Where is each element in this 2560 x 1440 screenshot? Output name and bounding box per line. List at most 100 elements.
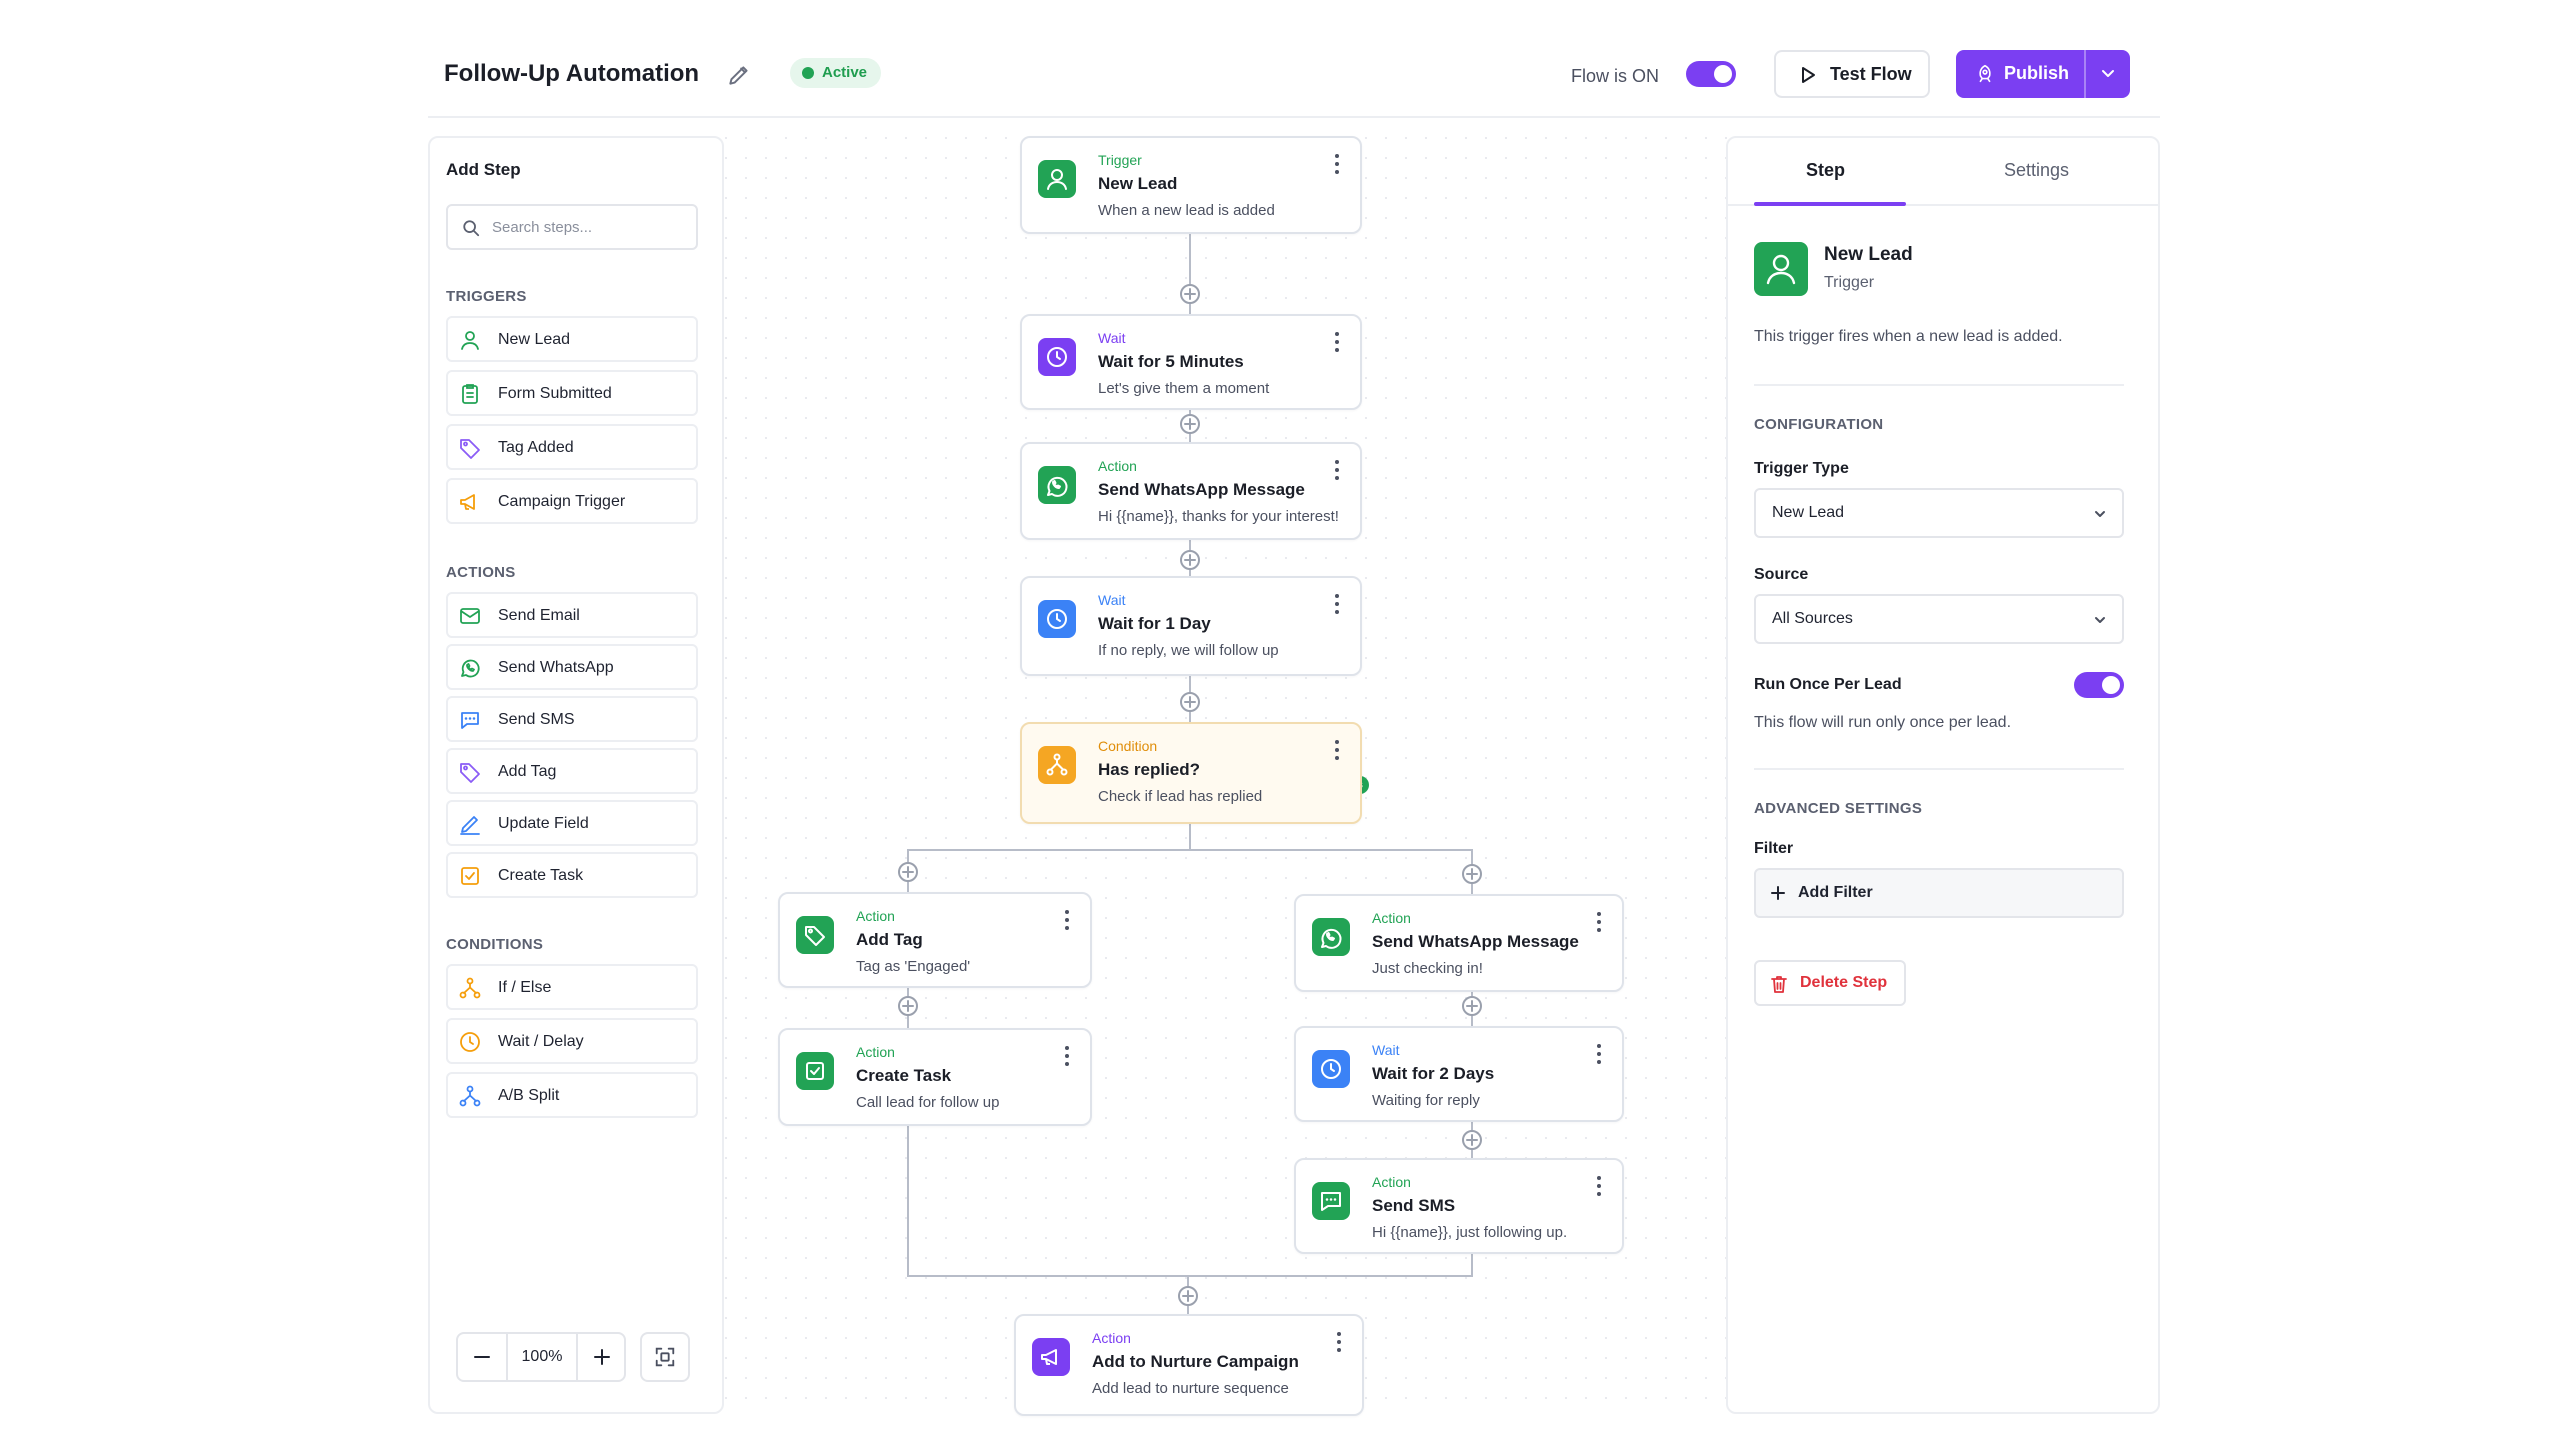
- source-label: Source: [1754, 566, 1809, 583]
- clock-icon: [1038, 600, 1076, 638]
- step-details-panel: Step Settings New Lead Trigger This trig…: [1726, 136, 2160, 1414]
- step-item-send-email[interactable]: Send Email: [446, 592, 698, 638]
- megaphone-icon: [460, 494, 475, 510]
- flow-toggle-label: Flow is ON: [1571, 66, 1660, 86]
- flow-node-send-whatsapp-no[interactable]: Action Send WhatsApp Message Just checki…: [1294, 894, 1624, 992]
- more-options-icon[interactable]: [1594, 910, 1604, 934]
- more-options-icon[interactable]: [1334, 1330, 1344, 1354]
- step-item-send-whatsapp[interactable]: Send WhatsApp: [446, 644, 698, 690]
- more-options-icon[interactable]: [1062, 1044, 1072, 1068]
- step-item-ab-split[interactable]: A/B Split: [446, 1072, 698, 1118]
- tab-settings[interactable]: Settings: [2004, 160, 2069, 181]
- zoom-in-icon[interactable]: [578, 1334, 626, 1380]
- configuration-heading: CONFIGURATION: [1754, 416, 1884, 433]
- advanced-settings-heading: ADVANCED SETTINGS: [1754, 800, 1923, 817]
- step-item-new-lead[interactable]: New Lead: [446, 316, 698, 362]
- whatsapp-icon: [1038, 466, 1076, 504]
- chat-bubble-icon: [1312, 1182, 1350, 1220]
- add-step-panel: Add Step TRIGGERS New Lead Form Submitte…: [428, 136, 724, 1414]
- user-icon: [461, 331, 479, 350]
- trash-icon: [1771, 976, 1787, 993]
- details-tabs: Step Settings: [1728, 138, 2158, 206]
- clock-icon: [1312, 1050, 1350, 1088]
- chevron-down-icon[interactable]: [2098, 63, 2118, 83]
- flow-node-add-tag[interactable]: Action Add Tag Tag as 'Engaged': [778, 892, 1092, 988]
- step-item-tag-added[interactable]: Tag Added: [446, 424, 698, 470]
- step-item-add-tag[interactable]: Add Tag: [446, 748, 698, 794]
- tab-step[interactable]: Step: [1806, 160, 1845, 181]
- more-options-icon[interactable]: [1332, 458, 1342, 482]
- chevron-down-icon: [2095, 617, 2105, 623]
- flow-on-toggle[interactable]: [1686, 61, 1736, 87]
- step-description: This trigger fires when a new lead is ad…: [1754, 328, 2063, 345]
- selected-step-kind: Trigger: [1824, 274, 1875, 291]
- status-dot-icon: [802, 67, 814, 79]
- branch-icon: [459, 977, 481, 999]
- step-item-wait-delay[interactable]: Wait / Delay: [446, 1018, 698, 1064]
- app-root: Follow-Up Automation Active Flow is ON T…: [428, 40, 2160, 1420]
- more-options-icon[interactable]: [1594, 1042, 1604, 1066]
- more-options-icon[interactable]: [1332, 152, 1342, 176]
- test-flow-button[interactable]: Test Flow: [1774, 50, 1930, 98]
- more-options-icon[interactable]: [1332, 738, 1342, 762]
- more-options-icon[interactable]: [1332, 592, 1342, 616]
- clipboard-icon: [462, 384, 478, 404]
- run-once-note: This flow will run only once per lead.: [1754, 714, 2012, 731]
- megaphone-icon: [1032, 1338, 1070, 1376]
- task-check-icon: [461, 867, 479, 885]
- split-icon: [459, 1085, 481, 1107]
- flow-canvas[interactable]: Yes Yes No No Trigger New Lead When a ne…: [724, 136, 1849, 1416]
- fit-view-icon[interactable]: [640, 1332, 690, 1382]
- step-item-update-field[interactable]: Update Field: [446, 800, 698, 846]
- add-filter-button[interactable]: Add Filter: [1754, 868, 2124, 918]
- top-bar: Follow-Up Automation Active Flow is ON T…: [428, 40, 2160, 118]
- trigger-type-select[interactable]: New Lead: [1754, 488, 2124, 538]
- flow-node-wait-5-minutes[interactable]: Wait Wait for 5 Minutes Let's give them …: [1020, 314, 1362, 410]
- search-icon: [463, 220, 480, 237]
- search-box: [446, 204, 698, 250]
- flow-node-nurture-campaign[interactable]: Action Add to Nurture Campaign Add lead …: [1014, 1314, 1364, 1416]
- triggers-heading: TRIGGERS: [446, 288, 527, 305]
- conditions-heading: CONDITIONS: [446, 936, 544, 953]
- user-icon: [1754, 242, 1808, 296]
- step-item-if-else[interactable]: If / Else: [446, 964, 698, 1010]
- active-tab-indicator: [1754, 202, 1906, 206]
- add-step-title: Add Step: [446, 160, 521, 179]
- clock-icon: [1038, 338, 1076, 376]
- branch-icon: [1038, 746, 1076, 784]
- more-options-icon[interactable]: [1594, 1174, 1604, 1198]
- step-item-campaign-trigger[interactable]: Campaign Trigger: [446, 478, 698, 524]
- toggle-knob: [1714, 65, 1732, 83]
- more-options-icon[interactable]: [1062, 908, 1072, 932]
- filter-label: Filter: [1754, 840, 1794, 857]
- pencil-icon: [460, 816, 480, 835]
- plus-icon: [1771, 886, 1785, 900]
- flow-node-create-task[interactable]: Action Create Task Call lead for follow …: [778, 1028, 1092, 1126]
- delete-step-button[interactable]: Delete Step: [1754, 960, 1906, 1006]
- run-once-label: Run Once Per Lead: [1754, 676, 1902, 693]
- flow-node-send-whatsapp[interactable]: Action Send WhatsApp Message Hi {{name}}…: [1020, 442, 1362, 540]
- tag-icon: [460, 763, 480, 783]
- zoom-out-icon[interactable]: [458, 1334, 506, 1380]
- chevron-down-icon: [2095, 511, 2105, 517]
- status-badge: Active: [790, 58, 882, 88]
- step-item-form-submitted[interactable]: Form Submitted: [446, 370, 698, 416]
- publish-button[interactable]: Publish: [1956, 50, 2130, 98]
- step-item-send-sms[interactable]: Send SMS: [446, 696, 698, 742]
- zoom-control: 100%: [456, 1332, 626, 1382]
- source-select[interactable]: All Sources: [1754, 594, 2124, 644]
- flow-node-wait-1-day[interactable]: Wait Wait for 1 Day If no reply, we will…: [1020, 576, 1362, 676]
- more-options-icon[interactable]: [1332, 330, 1342, 354]
- whatsapp-icon: [1312, 918, 1350, 956]
- flow-node-send-sms[interactable]: Action Send SMS Hi {{name}}, just follow…: [1294, 1158, 1624, 1254]
- step-item-create-task[interactable]: Create Task: [446, 852, 698, 898]
- edit-title-icon[interactable]: [726, 62, 752, 88]
- rocket-icon: [1979, 64, 1991, 83]
- run-once-toggle[interactable]: [2074, 672, 2124, 698]
- flow-node-has-replied[interactable]: Condition Has replied? Check if lead has…: [1020, 722, 1362, 824]
- tag-icon: [460, 439, 480, 459]
- flow-node-wait-2-days[interactable]: Wait Wait for 2 Days Waiting for reply: [1294, 1026, 1624, 1122]
- flow-node-new-lead[interactable]: Trigger New Lead When a new lead is adde…: [1020, 136, 1362, 234]
- whatsapp-icon: [461, 659, 480, 678]
- search-steps-input[interactable]: [492, 214, 688, 240]
